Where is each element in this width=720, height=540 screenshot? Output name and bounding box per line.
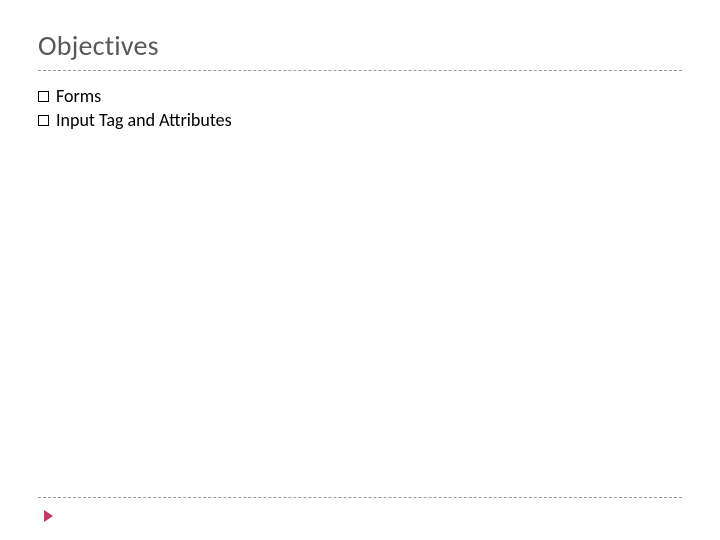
list-item: Forms: [38, 84, 682, 108]
slide-title: Objectives: [38, 28, 159, 63]
bullet-text: Forms: [56, 84, 101, 108]
slide: Objectives Forms Input Tag and Attribute…: [0, 0, 720, 540]
list-item: Input Tag and Attributes: [38, 108, 682, 132]
triangle-right-icon: [44, 510, 53, 522]
slide-title-block: Objectives: [38, 28, 682, 63]
bullet-text: Input Tag and Attributes: [56, 108, 232, 132]
content-area: Forms Input Tag and Attributes: [38, 84, 682, 133]
square-bullet-icon: [38, 115, 49, 126]
title-divider: [38, 70, 682, 71]
footer-divider: [38, 497, 682, 498]
square-bullet-icon: [38, 91, 49, 102]
